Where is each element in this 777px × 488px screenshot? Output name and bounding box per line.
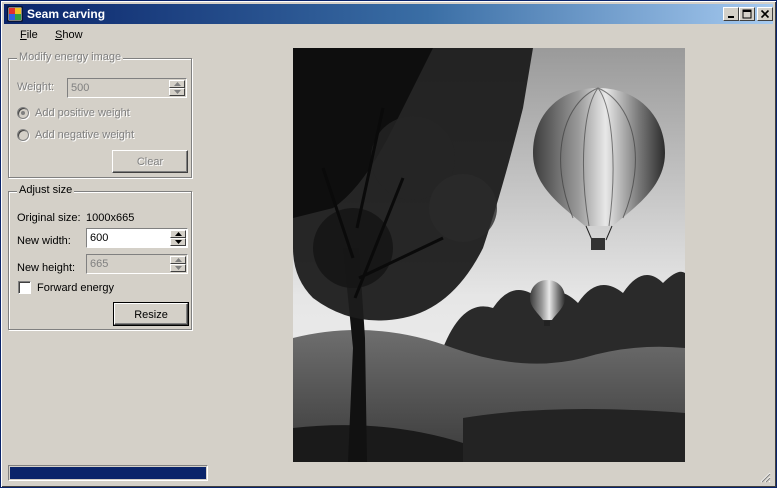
menu-file-label: ile [26,29,38,41]
new-width-stepper[interactable] [86,228,188,248]
menu-show-label: how [62,29,83,41]
menu-bar: File Show [4,25,773,45]
progress-fill [10,467,206,479]
maximize-button[interactable] [739,7,755,21]
new-height-spin-buttons [170,256,186,272]
new-width-down-button[interactable] [170,238,186,246]
resize-button[interactable]: Resize [113,302,189,326]
window-title: Seam carving [27,7,106,21]
maximize-icon [742,9,752,19]
add-negative-label: Add negative weight [35,129,135,141]
close-button[interactable] [757,7,773,21]
arrow-down-icon [175,240,182,244]
resize-button-label: Resize [134,309,168,321]
arrow-up-icon [175,258,182,262]
new-height-label: New height: [17,262,76,274]
progress-bar [8,465,208,481]
radio-selected-dot [21,111,25,115]
new-width-up-button[interactable] [170,230,186,238]
photo-grayscale-balloons [293,48,685,462]
weight-input[interactable] [69,80,167,96]
new-height-down-button[interactable] [170,264,186,272]
new-width-input[interactable] [88,230,168,246]
menu-file-accel: F [20,29,27,41]
weight-spin-buttons [169,80,185,96]
size-group-title: Adjust size [17,184,75,196]
size-group: Adjust size Original size: 1000x665 New … [8,184,192,330]
new-height-up-button[interactable] [170,256,186,264]
original-size-value: 1000x665 [86,212,135,224]
clear-button-label: Clear [136,156,164,168]
add-positive-label: Add positive weight [35,107,130,119]
energy-group: Modify energy image Weight: Add positive… [8,51,192,178]
add-negative-radio[interactable] [17,129,29,141]
forward-energy-checkbox[interactable] [18,281,31,294]
original-size-label: Original size: [17,212,81,224]
title-bar[interactable]: Seam carving [4,4,773,24]
clear-button[interactable]: Clear [112,150,188,173]
weight-label: Weight: [17,81,55,93]
minimize-icon [728,16,734,18]
forward-energy-label: Forward energy [37,282,115,294]
arrow-down-icon [175,266,182,270]
new-height-input[interactable] [88,256,168,272]
add-positive-radio[interactable] [17,107,29,119]
status-bar [4,463,773,485]
weight-down-button[interactable] [169,88,185,96]
main-window: Seam carving File Show Modify energy ima… [0,0,777,488]
close-icon [760,9,770,19]
app-icon[interactable] [7,6,23,22]
menu-show[interactable]: Show [55,29,83,41]
weight-stepper[interactable] [67,78,187,98]
new-width-label: New width: [17,235,71,247]
new-width-spin-buttons [170,230,186,246]
weight-up-button[interactable] [169,80,185,88]
energy-group-title: Modify energy image [17,51,124,63]
menu-file[interactable]: File [20,29,38,41]
image-view[interactable] [293,48,685,462]
arrow-down-icon [174,90,181,94]
resize-grip-icon[interactable] [759,471,771,483]
minimize-button[interactable] [723,7,739,21]
arrow-up-icon [174,82,181,86]
new-height-stepper[interactable] [86,254,188,274]
arrow-up-icon [175,232,182,236]
